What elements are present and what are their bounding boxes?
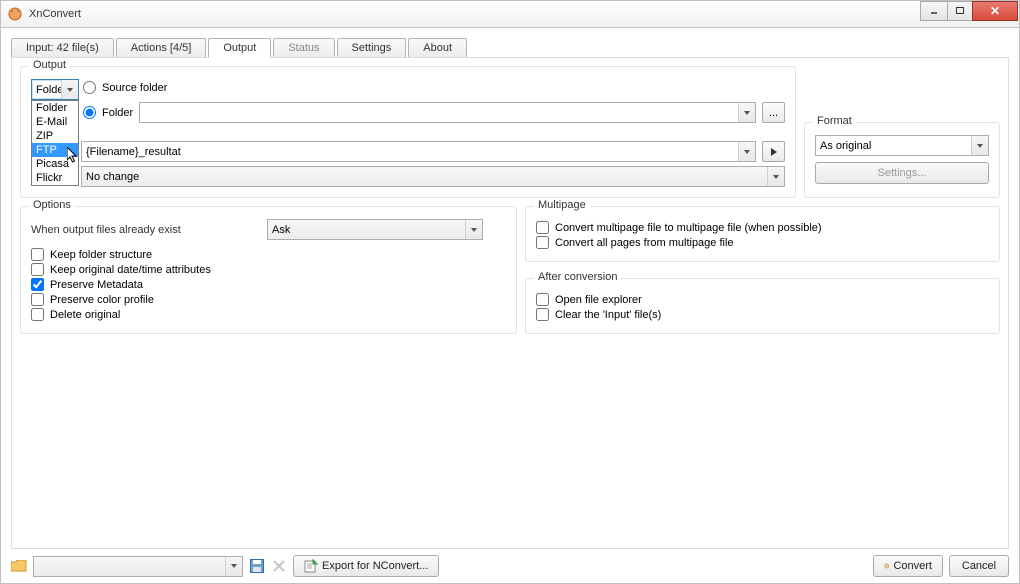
window-title: XnConvert <box>29 8 921 20</box>
after-legend: After conversion <box>534 271 621 283</box>
case-value: No change <box>86 171 139 183</box>
tab-input[interactable]: Input: 42 file(s) <box>11 38 114 58</box>
exist-value: Ask <box>272 224 290 236</box>
cancel-button[interactable]: Cancel <box>949 555 1009 577</box>
keep-date-check[interactable]: Keep original date/time attributes <box>31 263 506 276</box>
chevron-down-icon <box>738 103 755 122</box>
destination-option-folder[interactable]: Folder <box>32 101 78 115</box>
format-value: As original <box>820 140 871 152</box>
bottom-bar: Export for NConvert... Convert Cancel <box>11 549 1009 577</box>
chevron-down-icon <box>61 80 78 99</box>
format-legend: Format <box>813 115 856 127</box>
multipage-legend: Multipage <box>534 199 590 211</box>
destination-option-ftp[interactable]: FTP <box>32 143 78 157</box>
tab-actions[interactable]: Actions [4/5] <box>116 38 207 58</box>
tab-body-output: Output Folder Folder E-Mail ZIP <box>11 57 1009 549</box>
minimize-button[interactable] <box>920 1 948 21</box>
source-folder-radio[interactable]: Source folder <box>83 81 785 94</box>
chevron-down-icon <box>971 136 988 155</box>
window-controls: ✕ <box>921 1 1018 21</box>
folder-radio[interactable]: Folder <box>83 106 133 119</box>
filename-combo[interactable]: {Filename}_resultat <box>81 141 756 162</box>
folder-path-combo[interactable] <box>139 102 756 123</box>
keep-folder-check[interactable]: Keep folder structure <box>31 248 506 261</box>
destination-option-zip[interactable]: ZIP <box>32 129 78 143</box>
export-nconvert-button[interactable]: Export for NConvert... <box>293 555 439 577</box>
exist-combo[interactable]: Ask <box>267 219 483 240</box>
maximize-button[interactable] <box>947 1 973 21</box>
convert-all-check[interactable]: Convert all pages from multipage file <box>536 236 989 249</box>
chevron-down-icon <box>225 557 242 576</box>
destination-dropdown[interactable]: Folder E-Mail ZIP FTP Picasa Flickr <box>31 100 79 186</box>
open-preset-icon[interactable] <box>11 558 27 574</box>
after-conversion-group: After conversion Open file explorer Clea… <box>525 278 1000 334</box>
clear-input-check[interactable]: Clear the 'Input' file(s) <box>536 308 989 321</box>
case-combo[interactable]: No change <box>81 166 785 187</box>
destination-combo[interactable]: Folder <box>31 79 79 100</box>
options-group: Options When output files already exist … <box>20 206 517 334</box>
chevron-down-icon <box>738 142 755 161</box>
options-legend: Options <box>29 199 75 211</box>
format-group: Format As original Settings... <box>804 122 1000 198</box>
output-group: Output Folder Folder E-Mail ZIP <box>20 66 796 198</box>
destination-option-picasa[interactable]: Picasa <box>32 157 78 171</box>
tab-settings[interactable]: Settings <box>337 38 407 58</box>
chevron-down-icon <box>465 220 482 239</box>
tab-about[interactable]: About <box>408 38 467 58</box>
chevron-down-icon <box>767 167 784 186</box>
preserve-meta-check[interactable]: Preserve Metadata <box>31 278 506 291</box>
browse-button[interactable]: ... <box>762 102 785 123</box>
app-icon <box>7 6 23 22</box>
format-settings-button[interactable]: Settings... <box>815 162 989 184</box>
destination-option-email[interactable]: E-Mail <box>32 115 78 129</box>
tab-status[interactable]: Status <box>273 38 334 58</box>
save-preset-icon[interactable] <box>249 558 265 574</box>
convert-button[interactable]: Convert <box>873 555 943 577</box>
format-combo[interactable]: As original <box>815 135 989 156</box>
tab-output[interactable]: Output <box>208 38 271 58</box>
destination-option-flickr[interactable]: Flickr <box>32 171 78 185</box>
titlebar: XnConvert ✕ <box>0 0 1020 28</box>
delete-original-check[interactable]: Delete original <box>31 308 506 321</box>
delete-preset-icon[interactable] <box>271 558 287 574</box>
exist-label: When output files already exist <box>31 224 261 236</box>
preset-combo[interactable] <box>33 556 243 577</box>
convert-multipage-check[interactable]: Convert multipage file to multipage file… <box>536 221 989 234</box>
client-area: Input: 42 file(s) Actions [4/5] Output S… <box>0 28 1020 584</box>
tab-bar: Input: 42 file(s) Actions [4/5] Output S… <box>11 36 1009 58</box>
close-button[interactable]: ✕ <box>972 1 1018 21</box>
multipage-group: Multipage Convert multipage file to mult… <box>525 206 1000 262</box>
filename-play-button[interactable] <box>762 141 785 162</box>
filename-value: {Filename}_resultat <box>86 146 181 158</box>
open-explorer-check[interactable]: Open file explorer <box>536 293 989 306</box>
output-legend: Output <box>29 59 70 71</box>
preserve-color-check[interactable]: Preserve color profile <box>31 293 506 306</box>
